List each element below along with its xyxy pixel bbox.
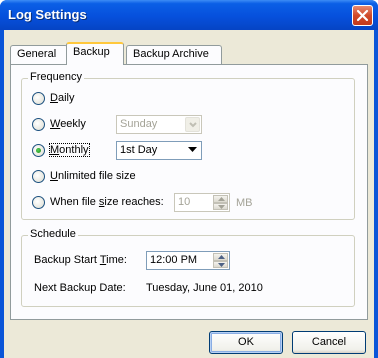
spin-up-button	[213, 195, 228, 203]
radio-monthly[interactable]: Monthly	[32, 143, 112, 159]
radio-label: Unlimited file size	[50, 170, 136, 182]
radio-label: Weekly	[50, 118, 86, 130]
dialog-body: General Backup Backup Archive Frequency …	[4, 30, 374, 358]
radio-button-icon[interactable]	[32, 118, 45, 131]
radio-button-icon[interactable]	[32, 170, 45, 183]
tab-general[interactable]: General	[10, 45, 68, 64]
cancel-button-label: Cancel	[311, 336, 347, 348]
size-limit-spinner: 10	[174, 193, 230, 212]
dropdown-button	[185, 117, 200, 132]
radio-label: Monthly	[49, 143, 90, 157]
tab-label: General	[17, 48, 57, 60]
backup-start-time-spinner[interactable]: 12:00 PM	[146, 251, 230, 270]
radio-button-icon[interactable]	[32, 144, 45, 157]
frequency-group: Frequency Daily Weekly Sunday Monthly 1s…	[21, 71, 355, 220]
size-limit-value: 10	[178, 196, 191, 208]
frequency-group-label: Frequency	[28, 71, 84, 83]
close-icon	[356, 9, 369, 22]
spinner-buttons	[213, 253, 228, 268]
next-backup-date-label: Next Backup Date:	[34, 282, 126, 294]
dropdown-button[interactable]	[185, 143, 200, 158]
radio-unlimited[interactable]: Unlimited file size	[32, 169, 172, 185]
radio-label: When file size reaches:	[50, 196, 164, 208]
radio-selected-dot	[36, 148, 41, 153]
weekly-day-select: Sunday	[116, 115, 202, 134]
title-bar[interactable]: Log Settings	[0, 0, 378, 30]
chevron-down-icon	[188, 147, 197, 152]
tab-label: Backup	[73, 46, 110, 58]
radio-button-icon[interactable]	[32, 92, 45, 105]
schedule-group: Schedule Backup Start Time: 12:00 PM Nex…	[21, 228, 355, 307]
arrow-down-icon	[218, 263, 225, 267]
radio-daily[interactable]: Daily	[32, 91, 152, 107]
backup-tab-panel: Frequency Daily Weekly Sunday Monthly 1s…	[10, 64, 368, 320]
spin-down-button	[213, 203, 228, 210]
ok-button-label: OK	[238, 336, 254, 348]
size-unit-label: MB	[236, 197, 253, 209]
arrow-up-icon	[218, 197, 225, 201]
spin-up-button[interactable]	[213, 253, 228, 261]
spin-down-button[interactable]	[213, 261, 228, 268]
chevron-down-icon	[189, 122, 197, 128]
weekly-day-value: Sunday	[120, 118, 158, 130]
monthly-day-value: 1st Day	[120, 144, 158, 156]
monthly-day-select[interactable]: 1st Day	[116, 141, 202, 160]
schedule-group-label: Schedule	[28, 228, 78, 240]
log-settings-window: Log Settings General Backup Backup Archi…	[0, 0, 378, 358]
tab-label: Backup Archive	[133, 48, 209, 60]
backup-start-time-label: Backup Start Time:	[34, 254, 127, 266]
radio-label: Daily	[50, 92, 75, 104]
arrow-up-icon	[218, 255, 225, 259]
window-title: Log Settings	[8, 7, 87, 22]
spinner-buttons	[213, 195, 228, 210]
tab-backup-archive[interactable]: Backup Archive	[126, 45, 222, 64]
tab-backup[interactable]: Backup	[66, 42, 124, 65]
arrow-down-icon	[218, 205, 225, 209]
ok-button[interactable]: OK	[209, 331, 283, 354]
close-button[interactable]	[352, 5, 373, 26]
radio-when-size-reaches[interactable]: When file size reaches:	[32, 195, 172, 211]
next-backup-date-value: Tuesday, June 01, 2010	[146, 282, 263, 294]
backup-start-time-value[interactable]: 12:00 PM	[150, 254, 197, 266]
cancel-button[interactable]: Cancel	[292, 331, 366, 354]
radio-button-icon[interactable]	[32, 196, 45, 209]
radio-weekly[interactable]: Weekly	[32, 117, 112, 133]
